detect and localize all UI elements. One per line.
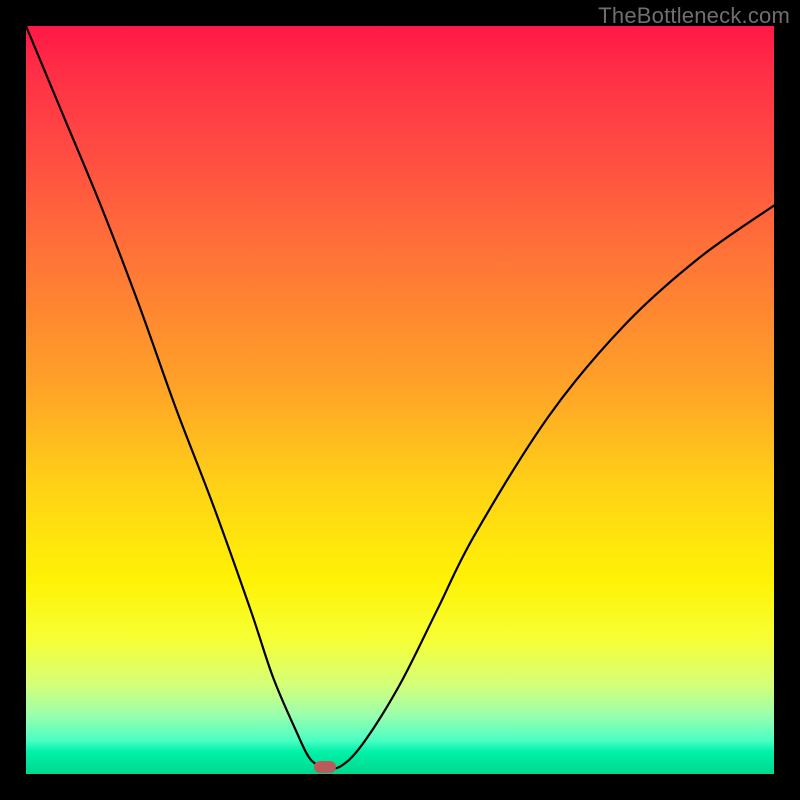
optimal-point-marker xyxy=(314,761,336,773)
bottleneck-curve xyxy=(26,26,774,774)
chart-container: TheBottleneck.com xyxy=(0,0,800,800)
watermark-text: TheBottleneck.com xyxy=(598,3,790,29)
